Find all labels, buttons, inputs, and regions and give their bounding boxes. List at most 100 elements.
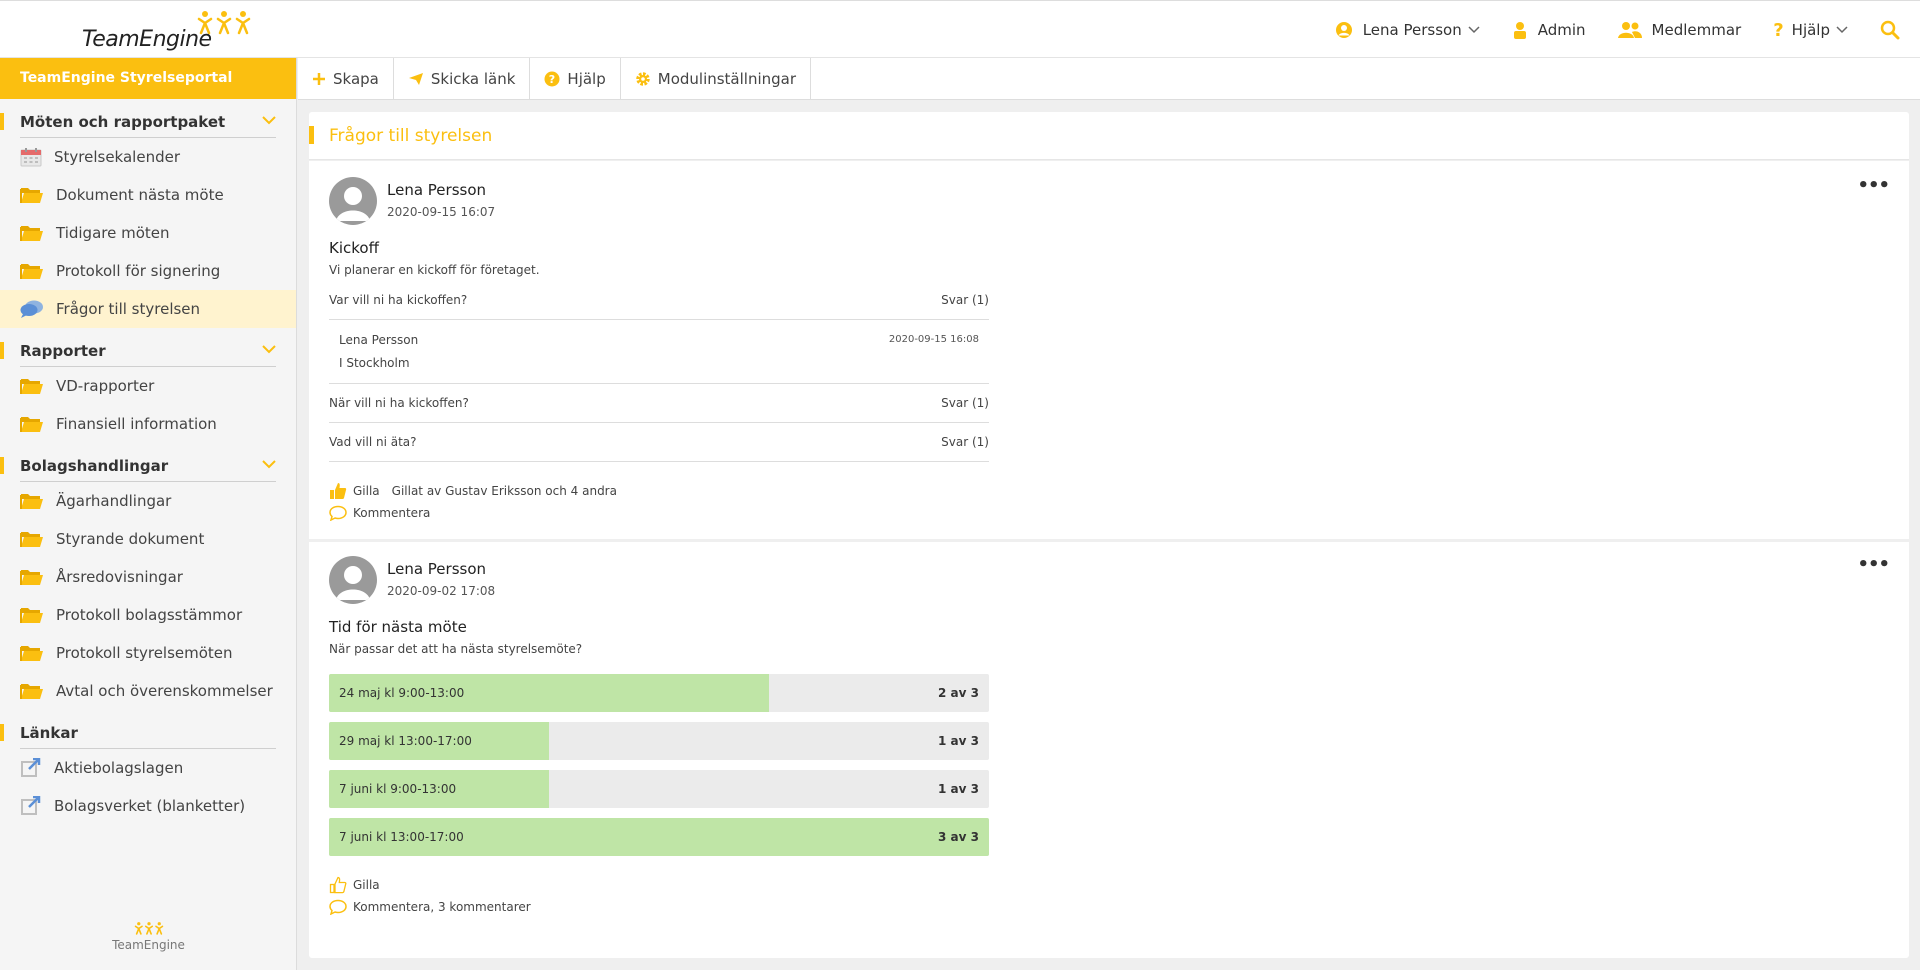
sidebar-item[interactable]: VD-rapporter — [0, 367, 296, 405]
folder-icon — [20, 608, 43, 623]
post-author: Lena Persson — [387, 560, 487, 578]
folder-icon — [20, 379, 43, 394]
question-row[interactable]: Vad vill ni äta? Svar (1) — [329, 424, 989, 462]
sidebar-item[interactable]: Protokoll styrelsemöten — [0, 634, 296, 672]
send-link-button[interactable]: Skicka länk — [394, 58, 531, 100]
sidebar-item-label: Protokoll styrelsemöten — [56, 644, 233, 662]
chevron-down-icon — [1836, 26, 1848, 34]
post-kickoff: Lena Persson 2020-09-15 16:07 ••• Kickof… — [309, 161, 1909, 539]
sidebar-item-label: Avtal och överenskommelser — [56, 682, 273, 700]
more-options-icon[interactable]: ••• — [1857, 175, 1890, 196]
help-circle-icon: ? — [544, 71, 560, 87]
poll-option-label: 29 maj kl 13:00-17:00 — [339, 734, 472, 748]
folder-icon — [20, 684, 43, 699]
like-button[interactable]: Gilla — [329, 876, 380, 894]
members-link[interactable]: Medlemmar — [1617, 21, 1741, 39]
sidebar-item[interactable]: Protokoll bolagsstämmor — [0, 596, 296, 634]
module-settings-button[interactable]: Modulinställningar — [621, 58, 812, 100]
send-link-label: Skicka länk — [430, 70, 516, 88]
help-menu[interactable]: ? Hjälp — [1773, 20, 1848, 41]
like-label: Gilla — [353, 484, 380, 498]
liked-by-text[interactable]: Gillat av Gustav Eriksson och 4 andra — [392, 484, 617, 498]
toolbar: Skapa Skicka länk ? Hjälp Modulinställni… — [298, 58, 1920, 100]
admin-icon — [1513, 22, 1526, 39]
folder-icon — [20, 570, 43, 585]
sidebar-section-header[interactable]: Möten och rapportpaket — [0, 99, 276, 138]
sidebar-item[interactable]: Styrelsekalender — [0, 138, 296, 176]
top-nav: Lena Persson Admin Medlemmar ? Hjälp — [1303, 1, 1900, 59]
sidebar-item[interactable]: Frågor till styrelsen — [0, 290, 296, 328]
admin-link[interactable]: Admin — [1512, 21, 1586, 39]
sidebar-item-label: VD-rapporter — [56, 377, 155, 395]
more-options-icon[interactable]: ••• — [1857, 554, 1890, 575]
answer-item: Lena Persson 2020-09-15 16:08 I Stockhol… — [329, 321, 989, 384]
poll-option-count: 1 av 3 — [938, 782, 979, 796]
question-row[interactable]: När vill ni ha kickoffen? Svar (1) — [329, 385, 989, 423]
sidebar-item[interactable]: Ägarhandlingar — [0, 482, 296, 520]
user-name: Lena Persson — [1362, 21, 1462, 39]
user-menu[interactable]: Lena Persson — [1335, 21, 1480, 39]
sidebar-item-label: Protokoll för signering — [56, 262, 221, 280]
poll-option[interactable]: 7 juni kl 13:00-17:00 3 av 3 — [329, 818, 989, 856]
sidebar-item-label: Styrelsekalender — [54, 148, 180, 166]
answer-timestamp: 2020-09-15 16:08 — [888, 334, 979, 345]
thumbs-up-outline-icon — [329, 876, 347, 894]
top-bar: TeamEngine Lena Persson Admin Medlemmar … — [0, 0, 1920, 58]
folder-icon — [20, 188, 43, 203]
question-row[interactable]: Var vill ni ha kickoffen? Svar (1) — [329, 282, 989, 320]
sidebar-item[interactable]: Finansiell information — [0, 405, 296, 443]
post-description: När passar det att ha nästa styrelsemöte… — [329, 642, 583, 656]
sidebar-item-label: Frågor till styrelsen — [56, 300, 201, 318]
answer-text: I Stockholm — [339, 356, 410, 370]
poll-option-count: 2 av 3 — [938, 686, 979, 700]
external-link-icon — [21, 758, 41, 777]
search-icon — [1880, 20, 1900, 40]
answers-link[interactable]: Svar (1) — [941, 396, 989, 410]
poll-option[interactable]: 29 maj kl 13:00-17:00 1 av 3 — [329, 722, 989, 760]
sidebar-item[interactable]: Avtal och överenskommelser — [0, 672, 296, 710]
logo-wordmark: TeamEngine — [82, 27, 212, 52]
avatar[interactable] — [329, 556, 377, 604]
help-button[interactable]: ? Hjälp — [530, 58, 621, 100]
sidebar-section-header[interactable]: Länkar — [0, 710, 276, 749]
help-label: Hjälp — [567, 70, 606, 88]
answers-link[interactable]: Svar (1) — [941, 293, 989, 307]
poll-option[interactable]: 24 maj kl 9:00-13:00 2 av 3 — [329, 674, 989, 712]
help-label: Hjälp — [1791, 21, 1830, 39]
avatar[interactable] — [329, 177, 377, 225]
poll-option-label: 24 maj kl 9:00-13:00 — [339, 686, 465, 700]
sidebar-item[interactable]: Bolagsverket (blanketter) — [0, 787, 296, 825]
comment-button[interactable]: Kommentera, 3 kommentarer — [329, 899, 531, 915]
like-button[interactable]: Gilla — [329, 482, 380, 500]
poll-option[interactable]: 7 juni kl 9:00-13:00 1 av 3 — [329, 770, 989, 808]
sidebar-item[interactable]: Protokoll för signering — [0, 252, 296, 290]
like-label: Gilla — [353, 878, 380, 892]
sidebar-section-title: Bolagshandlingar — [20, 457, 169, 475]
svg-text:?: ? — [549, 73, 555, 86]
sidebar-item[interactable]: Aktiebolagslagen — [0, 749, 296, 787]
sidebar-item-label: Dokument nästa möte — [56, 186, 224, 204]
comment-label: Kommentera, 3 kommentarer — [353, 900, 531, 914]
sidebar: TeamEngine Styrelseportal Möten och rapp… — [0, 58, 297, 970]
sidebar-section-header[interactable]: Rapporter — [0, 328, 276, 367]
sidebar-item[interactable]: Styrande dokument — [0, 520, 296, 558]
portal-title[interactable]: TeamEngine Styrelseportal — [0, 58, 296, 99]
post-timestamp: 2020-09-15 16:07 — [387, 205, 496, 219]
chevron-down-icon — [262, 460, 276, 469]
user-avatar-icon — [336, 566, 370, 600]
answers-link[interactable]: Svar (1) — [941, 435, 989, 449]
search-button[interactable] — [1880, 20, 1900, 40]
sidebar-section-header[interactable]: Bolagshandlingar — [0, 443, 276, 482]
chevron-down-icon — [262, 116, 276, 125]
sidebar-item-label: Årsredovisningar — [56, 568, 183, 586]
sidebar-item-label: Bolagsverket (blanketter) — [54, 797, 246, 815]
create-button[interactable]: Skapa — [298, 58, 394, 100]
folder-icon — [20, 417, 43, 432]
post-title: Kickoff — [329, 239, 379, 257]
sidebar-item[interactable]: Dokument nästa möte — [0, 176, 296, 214]
post-author: Lena Persson — [387, 181, 487, 199]
sidebar-item[interactable]: Årsredovisningar — [0, 558, 296, 596]
sidebar-item[interactable]: Tidigare möten — [0, 214, 296, 252]
comment-button[interactable]: Kommentera — [329, 505, 430, 521]
sidebar-item-label: Tidigare möten — [56, 224, 170, 242]
